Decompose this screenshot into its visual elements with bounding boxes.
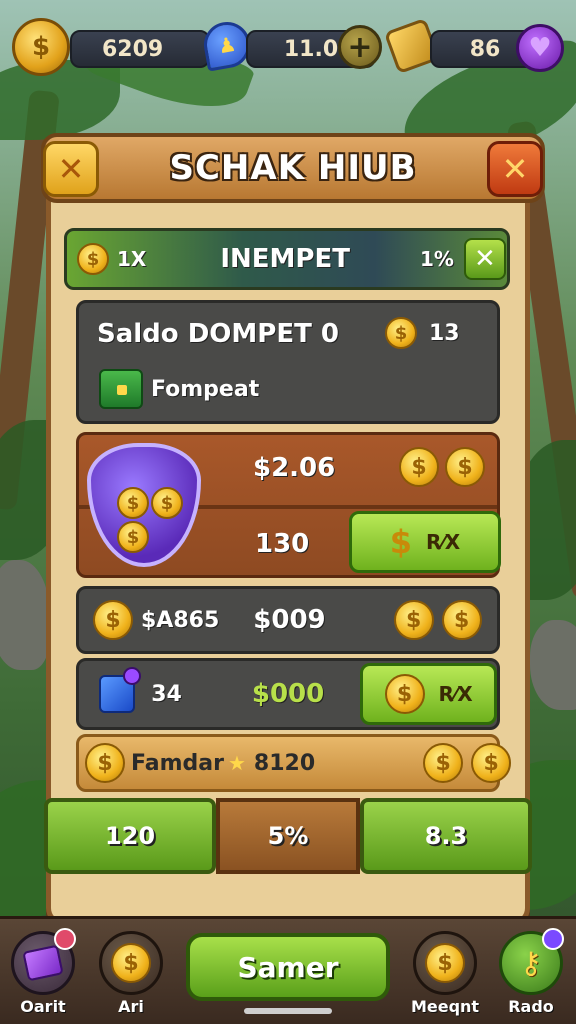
coin-icon: $ <box>117 487 149 519</box>
row-2-buy-label: R⁄X <box>438 682 473 706</box>
nav-label-meeqnt: Meeqnt <box>410 997 480 1016</box>
featured-offer: $ $ $ $2.06 $ $ 130 $ R⁄X <box>76 432 501 578</box>
coin-stack-icon: $ <box>99 931 163 995</box>
panel-title: SCHAK HIUB <box>169 148 417 188</box>
dollar-icon: $ <box>389 523 413 561</box>
nav-item-oarit[interactable]: Oarit <box>6 928 80 1021</box>
nav-item-ari[interactable]: $ Ari <box>94 931 168 1021</box>
add-energy-button[interactable]: + <box>338 25 382 69</box>
chest-icon <box>99 369 143 409</box>
saldo-coin-value: 13 <box>429 321 460 346</box>
close-left-button[interactable]: ✕ <box>43 141 99 197</box>
coin-icon: $ <box>117 521 149 553</box>
coin-counter: 6209 <box>70 30 210 68</box>
offer-buy-button[interactable]: $ R⁄X <box>349 511 501 573</box>
coin-icon: $ <box>12 18 70 76</box>
nav-item-meeqnt[interactable]: $ Meeqnt <box>408 931 482 1021</box>
coin-icon: $ <box>385 317 417 349</box>
coin-icon: $ <box>85 743 125 783</box>
price-row-3: $ Famdar ★ 8120 $ $ <box>76 734 512 792</box>
coin-stack-icon: $ <box>413 931 477 995</box>
price-row-1: $ $A865 $009 $ $ <box>76 586 500 654</box>
coin-icon: $ <box>471 743 512 783</box>
close-icon: ✕ <box>501 150 529 188</box>
offer-buy-label: R⁄X <box>426 530 461 554</box>
close-icon: ✕ <box>474 244 496 274</box>
notification-badge <box>542 928 564 950</box>
coin-icon: $ <box>393 600 434 640</box>
row-1-value: $009 <box>253 605 326 635</box>
tab-right[interactable]: 8.3 <box>360 798 532 874</box>
coin-icon: $ <box>399 447 439 487</box>
saldo-title: Saldo DOMPET 0 <box>97 319 339 349</box>
nav-item-rado[interactable]: ⚷ Rado <box>494 928 568 1021</box>
coin-icon: $ <box>151 487 183 519</box>
heart-icon[interactable]: ♥ <box>516 24 564 72</box>
wallet-right-value: 1% <box>419 247 454 271</box>
panel-bottom-tabs: 120 5% 8.3 <box>44 798 532 874</box>
wallet-left-value: 1X <box>117 247 147 271</box>
close-icon: ✕ <box>57 150 85 188</box>
coin-icon: $ <box>93 600 133 640</box>
coin-icon: $ <box>445 447 485 487</box>
tab-left[interactable]: 120 <box>44 798 216 874</box>
row-2-label: 34 <box>151 681 182 707</box>
coin-icon: $ <box>423 743 464 783</box>
gem-count: 86 <box>469 36 501 62</box>
price-row-2: 34 $000 $ R⁄X <box>76 658 500 730</box>
saldo-item-label: Fompeat <box>151 377 260 402</box>
resource-bar: 6209 $ ♟ 11.0 + 86 ♥ <box>0 0 576 100</box>
shield-icon: $ $ $ <box>87 443 201 567</box>
row-2-value: $000 <box>251 679 325 709</box>
row-1-label: $A865 <box>141 607 220 633</box>
main-action-label: Samer <box>237 950 339 984</box>
energy-count: 11.0 <box>283 36 339 62</box>
nav-label-oarit: Oarit <box>20 997 66 1016</box>
blue-cube-icon <box>99 667 142 713</box>
offer-amount: 130 <box>255 529 310 559</box>
nav-label-rado: Rado <box>508 997 554 1016</box>
tab-middle-label: 5% <box>267 822 309 850</box>
wallet-action-button[interactable]: ✕ <box>463 238 506 280</box>
row-2-buy-button[interactable]: $ R⁄X <box>360 663 497 725</box>
coin-icon: $ <box>441 600 482 640</box>
tab-left-label: 120 <box>104 822 156 850</box>
nav-label-ari: Ari <box>118 997 144 1016</box>
wallet-bar: $ 1X INEMPET 1% ✕ <box>64 228 510 290</box>
coin-count: 6209 <box>102 36 164 62</box>
coin-icon: $ <box>77 243 109 275</box>
tab-middle[interactable]: 5% <box>216 798 360 874</box>
key-icon: ⚷ <box>499 928 564 995</box>
tab-right-label: 8.3 <box>424 822 468 850</box>
row-3-label: Famdar <box>131 750 224 776</box>
home-indicator <box>244 1008 332 1014</box>
wallet-label: INEMPET <box>220 244 350 274</box>
saldo-card: Saldo DOMPET 0 $ 13 Fompeat <box>76 300 500 424</box>
main-action-button[interactable]: Samer <box>186 933 390 1001</box>
row-3-value: 8120 <box>253 750 316 776</box>
coin-icon: $ <box>384 674 425 714</box>
panel-header: ✕ SCHAK HIUB ✕ <box>41 133 545 203</box>
purple-box-icon <box>11 928 76 995</box>
offer-price: $2.06 <box>253 453 336 483</box>
star-icon: ★ <box>227 751 246 775</box>
notification-badge <box>54 928 76 950</box>
close-right-button[interactable]: ✕ <box>487 141 543 197</box>
